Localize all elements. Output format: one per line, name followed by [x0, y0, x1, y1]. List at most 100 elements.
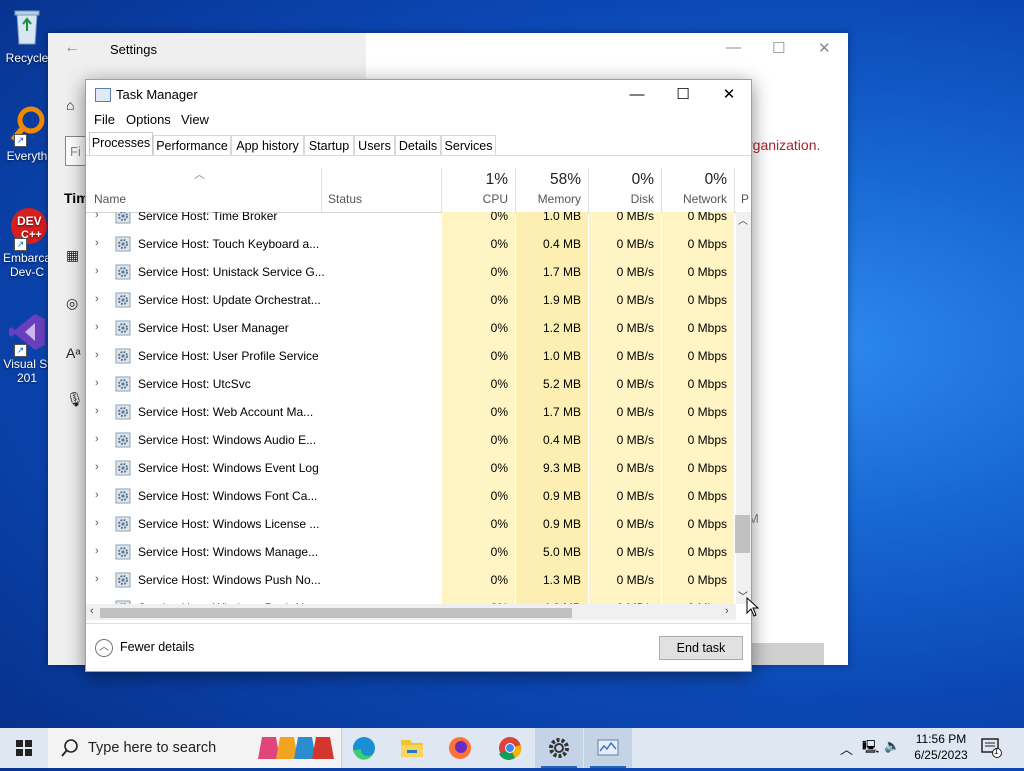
taskbar-search-box[interactable]: Type here to search: [48, 728, 342, 768]
memory-value: 0.9 MB: [542, 489, 581, 503]
table-row[interactable]: › Service Host: Windows Push No... 0% 1.3 M…: [86, 566, 736, 594]
table-row[interactable]: › Service Host: Web Account Ma... 0% 1.7 MB…: [86, 398, 736, 426]
expand-chevron-icon[interactable]: ›: [95, 405, 99, 417]
fewer-details-link[interactable]: Fewer details: [120, 640, 194, 654]
expand-chevron-icon[interactable]: ›: [95, 377, 99, 389]
expand-chevron-icon[interactable]: ›: [95, 237, 99, 249]
service-gear-icon: [115, 264, 131, 280]
taskbar-chrome[interactable]: [486, 728, 534, 768]
disk-value: 0 MB/s: [616, 517, 654, 531]
taskbar-settings[interactable]: [535, 728, 583, 768]
expand-chevron-icon[interactable]: ›: [95, 265, 99, 277]
vertical-scroll-thumb[interactable]: [735, 515, 750, 553]
taskbar-file-explorer[interactable]: [388, 728, 436, 768]
table-row[interactable]: ›Service Host: Windows Push No...0%4.6 M…: [86, 594, 736, 604]
memory-value: 5.0 MB: [542, 545, 581, 559]
table-row[interactable]: › Service Host: Touch Keyboard a... 0% 0.4 …: [86, 230, 736, 258]
desktop-icon-everything[interactable]: ↗ Everyth: [0, 104, 54, 163]
tab-processes[interactable]: Processes: [89, 132, 153, 156]
table-row[interactable]: › Service Host: Windows License ... 0% 0.9 …: [86, 510, 736, 538]
maximize-icon[interactable]: ☐: [772, 39, 785, 57]
process-name: Service Host: Unistack Service G...: [138, 265, 325, 279]
home-icon[interactable]: ⌂: [66, 97, 84, 115]
menu-file[interactable]: File: [94, 112, 115, 127]
scroll-right-icon[interactable]: ›: [725, 605, 729, 617]
disk-value: 0 MB/s: [616, 212, 654, 223]
table-row[interactable]: › Service Host: Windows Manage... 0% 5.0 MB…: [86, 538, 736, 566]
language-icon[interactable]: Aᵃ: [66, 345, 84, 363]
column-name[interactable]: Name: [86, 168, 321, 212]
end-task-button[interactable]: End task: [659, 636, 743, 660]
back-arrow-icon[interactable]: ←: [64, 39, 80, 57]
desktop-icon-label: Embarca: [2, 251, 52, 265]
column-memory[interactable]: 58% Memory: [516, 168, 588, 212]
column-network[interactable]: 0% Network: [662, 168, 734, 212]
scroll-left-icon[interactable]: ‹: [90, 605, 94, 617]
table-row[interactable]: › Service Host: Unistack Service G... 0% 1.…: [86, 258, 736, 286]
column-disk[interactable]: 0% Disk: [589, 168, 661, 212]
minimize-button[interactable]: —: [614, 83, 660, 107]
expand-chevron-icon[interactable]: ›: [95, 293, 99, 305]
table-row[interactable]: › Service Host: Windows Audio E... 0% 0.4 M…: [86, 426, 736, 454]
settings-title: Settings: [110, 42, 157, 57]
menu-options[interactable]: Options: [126, 112, 171, 127]
table-row[interactable]: › Service Host: UtcSvc 0% 5.2 MB 0 MB/s 0 Mbp…: [86, 370, 736, 398]
scroll-up-icon[interactable]: ︿: [738, 212, 748, 227]
show-hidden-icons-icon[interactable]: ︿: [840, 739, 853, 758]
recycle-bin-icon: [14, 10, 40, 45]
system-tray: ︿ 🖳 🔈: [836, 728, 902, 768]
expand-chevron-icon[interactable]: ›: [95, 517, 99, 529]
service-gear-icon: [115, 376, 131, 392]
tab-users[interactable]: Users: [354, 135, 395, 155]
table-row[interactable]: › Service Host: User Manager 0% 1.2 MB 0 MB/…: [86, 314, 736, 342]
expand-chevron-icon[interactable]: ›: [95, 545, 99, 557]
tab-performance[interactable]: Performance: [153, 135, 231, 155]
column-separator[interactable]: [734, 168, 735, 212]
table-row[interactable]: › Service Host: Windows Event Log 0% 9.3 MB…: [86, 454, 736, 482]
expand-chevron-icon[interactable]: ›: [95, 573, 99, 585]
expand-chevron-icon[interactable]: ›: [95, 349, 99, 361]
menu-view[interactable]: View: [181, 112, 209, 127]
settings-button-stub[interactable]: [748, 643, 824, 665]
globe-icon[interactable]: ◎: [66, 295, 84, 313]
service-gear-icon: [115, 516, 131, 532]
horizontal-scroll-thumb[interactable]: [100, 608, 572, 618]
window-title: Task Manager: [116, 87, 198, 102]
tab-details[interactable]: Details: [395, 135, 441, 155]
expand-chevron-icon[interactable]: ›: [95, 433, 99, 445]
expand-chevron-icon[interactable]: ›: [95, 489, 99, 501]
volume-muted-icon[interactable]: 🔈: [884, 738, 900, 754]
close-button[interactable]: ✕: [706, 83, 752, 107]
table-row[interactable]: › Service Host: User Profile Service 0% 1.0…: [86, 342, 736, 370]
expand-chevron-icon[interactable]: ›: [95, 212, 99, 221]
tab-app-history[interactable]: App history: [231, 135, 304, 155]
network-icon[interactable]: 🖳: [862, 738, 879, 760]
table-row[interactable]: › Service Host: Update Orchestrat... 0% 1.9…: [86, 286, 736, 314]
notification-center-button[interactable]: 1: [981, 738, 1003, 761]
chevron-up-circle-icon[interactable]: ︿: [95, 639, 113, 657]
desktop-icon-dev-cpp[interactable]: DEV C++ ↗ Embarca Dev-C: [0, 206, 54, 279]
tab-startup[interactable]: Startup: [304, 135, 354, 155]
maximize-button[interactable]: ☐: [660, 83, 706, 107]
clock[interactable]: 11:56 PM 6/25/2023: [904, 731, 978, 763]
desktop-icon-visual-studio[interactable]: ↗ Visual St 201: [0, 312, 54, 385]
microphone-icon[interactable]: 🎙: [66, 391, 84, 409]
column-cpu[interactable]: 1% CPU: [442, 168, 515, 212]
close-icon[interactable]: ✕: [818, 39, 831, 57]
taskbar-task-manager[interactable]: [584, 728, 632, 768]
column-status[interactable]: Status: [322, 168, 441, 212]
title-bar[interactable]: Task Manager — ☐ ✕: [86, 80, 751, 110]
expand-chevron-icon[interactable]: ›: [95, 321, 99, 333]
taskbar-edge[interactable]: [340, 728, 388, 768]
minimize-icon[interactable]: —: [726, 39, 741, 56]
firefox-icon: [449, 737, 471, 759]
table-row[interactable]: › Service Host: Time Broker 0% 1.0 MB 0 MB/s…: [86, 212, 736, 230]
expand-chevron-icon[interactable]: ›: [95, 461, 99, 473]
network-total: 0%: [704, 171, 727, 188]
start-button[interactable]: [0, 728, 48, 768]
desktop-icon-recycle-bin[interactable]: Recycle: [0, 6, 54, 65]
taskbar-firefox[interactable]: [436, 728, 484, 768]
tab-services[interactable]: Services: [441, 135, 496, 155]
table-row[interactable]: › Service Host: Windows Font Ca... 0% 0.9 M…: [86, 482, 736, 510]
calendar-clock-icon[interactable]: ▦: [66, 247, 84, 265]
